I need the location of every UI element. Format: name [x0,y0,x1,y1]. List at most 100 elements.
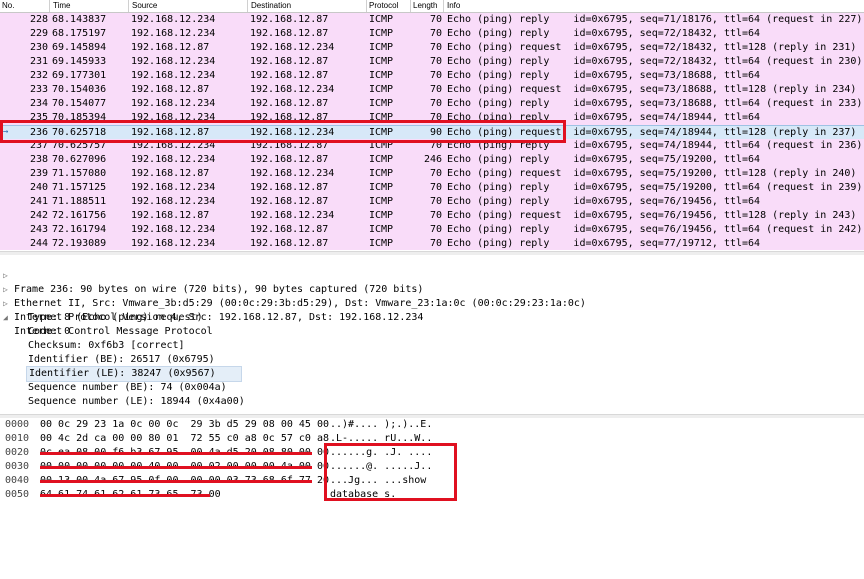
col-source-header[interactable]: Source [132,1,157,10]
tree-ip[interactable]: ▷ Internet Protocol Version 4, Src: 192.… [0,283,423,323]
hex-offset[interactable]: 0050 [5,488,29,502]
selected-packet-annotation-box [0,120,566,143]
packet-row[interactable]: 242 72.161756 192.168.12.87 192.168.12.234 I… [0,209,864,223]
packet-length: 70 [429,168,442,179]
packet-length: 70 [429,196,442,207]
packet-source: 192.168.12.234 [131,98,216,109]
packet-no: 244 [29,238,48,249]
icmp-field-type[interactable]: Type: 8 (Echo (ping) request) [28,311,203,325]
packet-no: 230 [29,42,48,53]
packet-no: 241 [29,196,48,207]
col-time-header[interactable]: Time [53,1,70,10]
icmp-field-identifier-le[interactable]: Identifier (LE): 38247 (0x9567) [26,366,242,382]
tree-frame-label: Frame 236: 90 bytes on wire (720 bits), … [14,284,424,295]
annotation-underline [40,480,312,483]
packet-destination: 192.168.12.87 [250,28,329,39]
packet-length: 70 [429,238,442,249]
tree-icmp[interactable]: ◢ Internet Control Message Protocol [0,297,213,337]
icmp-field-checksum[interactable]: Checksum: 0xf6b3 [correct] [28,339,185,353]
col-destination-header[interactable]: Destination [251,1,291,10]
hex-offset[interactable]: 0000 [5,418,29,432]
packet-protocol: ICMP [369,168,394,179]
packet-info: Echo (ping) reply id=0x6795, seq=76/1945… [447,224,863,235]
packet-protocol: ICMP [369,42,394,53]
packet-info: Echo (ping) reply id=0x6795, seq=76/1945… [447,196,761,207]
packet-time: 70.154036 [52,84,107,95]
packet-source: 192.168.12.234 [131,70,216,81]
packet-row[interactable]: 243 72.161794 192.168.12.234 192.168.12.87 I… [0,223,864,237]
packet-length: 70 [429,182,442,193]
col-protocol-header[interactable]: Protocol [369,1,398,10]
hex-offset[interactable]: 0010 [5,432,29,446]
packet-protocol: ICMP [369,210,394,221]
packet-row[interactable]: 239 71.157080 192.168.12.87 192.168.12.234 I… [0,167,864,181]
icmp-field-seq-le[interactable]: Sequence number (LE): 18944 (0x4a00) [28,395,245,409]
icmp-field-identifier-be[interactable]: Identifier (BE): 26517 (0x6795) [28,353,215,367]
packet-length: 70 [429,210,442,221]
packet-info: Echo (ping) request id=0x6795, seq=72/18… [447,42,857,53]
hex-bytes[interactable]: 00 4c 2d ca 00 00 80 01 72 55 c0 a8 0c 5… [40,432,329,446]
packet-info: Echo (ping) reply id=0x6795, seq=72/1843… [447,28,761,39]
icmp-field-seq-be[interactable]: Sequence number (BE): 74 (0x004a) [28,381,227,395]
col-length-header[interactable]: Length [413,1,437,10]
packet-protocol: ICMP [369,196,394,207]
packet-row[interactable]: 234 70.154077 192.168.12.234 192.168.12.87 I… [0,97,864,111]
packet-time: 69.145894 [52,42,107,53]
packet-info: Echo (ping) reply id=0x6795, seq=77/1971… [447,238,761,249]
packet-row[interactable]: 231 69.145933 192.168.12.234 192.168.12.87 I… [0,55,864,69]
hex-ascii[interactable]: ..)#.... );.)..E. [330,418,432,432]
packet-details-pane: ▷ Frame 236: 90 bytes on wire (720 bits)… [0,255,864,413]
packet-row[interactable]: 238 70.627096 192.168.12.234 192.168.12.87 I… [0,153,864,167]
packet-info: Echo (ping) reply id=0x6795, seq=73/1868… [447,70,761,81]
packet-row[interactable]: 233 70.154036 192.168.12.87 192.168.12.234 I… [0,83,864,97]
packet-time: 72.161756 [52,210,107,221]
packet-no: 232 [29,70,48,81]
packet-length: 70 [429,224,442,235]
tree-ethernet-label: Ethernet II, Src: Vmware_3b:d5:29 (00:0c… [14,298,586,309]
packet-info: Echo (ping) reply id=0x6795, seq=75/1920… [447,182,863,193]
hex-offset[interactable]: 0040 [5,474,29,488]
packet-time: 70.154077 [52,98,107,109]
packet-destination: 192.168.12.87 [250,98,329,109]
packet-length: 70 [429,28,442,39]
col-no-header[interactable]: No. [2,1,14,10]
packet-row[interactable]: 244 72.193089 192.168.12.234 192.168.12.87 I… [0,237,864,250]
packet-source: 192.168.12.234 [131,28,216,39]
packet-destination: 192.168.12.87 [250,196,329,207]
tree-frame[interactable]: ▷ Frame 236: 90 bytes on wire (720 bits)… [0,255,423,295]
annotation-underline [40,466,312,469]
packet-row[interactable]: 240 71.157125 192.168.12.234 192.168.12.87 I… [0,181,864,195]
hex-offset[interactable]: 0030 [5,460,29,474]
packet-protocol: ICMP [369,98,394,109]
collapse-arrow-icon[interactable]: ◢ [3,311,8,325]
packet-no: 231 [29,56,48,67]
packet-length: 246 [423,154,442,165]
packet-protocol: ICMP [369,14,394,25]
packet-destination: 192.168.12.234 [250,84,335,95]
packet-row[interactable]: 229 68.175197 192.168.12.234 192.168.12.87 I… [0,27,864,41]
hex-bytes[interactable]: 00 0c 29 23 1a 0c 00 0c 29 3b d5 29 08 0… [40,418,329,432]
packet-source: 192.168.12.234 [131,182,216,193]
packet-info: Echo (ping) request id=0x6795, seq=76/19… [447,210,857,221]
packet-info: Echo (ping) request id=0x6795, seq=73/18… [447,84,857,95]
packet-length: 70 [429,14,442,25]
packet-row[interactable]: 241 71.188511 192.168.12.234 192.168.12.87 I… [0,195,864,209]
icmp-field-code[interactable]: Code: 0 [28,325,70,339]
packet-time: 69.177301 [52,70,107,81]
col-info-header[interactable]: Info [447,1,460,10]
tree-ethernet[interactable]: ▷ Ethernet II, Src: Vmware_3b:d5:29 (00:… [0,269,586,309]
packet-no: 229 [29,28,48,39]
packet-destination: 192.168.12.234 [250,210,335,221]
packet-no: 243 [29,224,48,235]
packet-protocol: ICMP [369,224,394,235]
packet-destination: 192.168.12.87 [250,56,329,67]
packet-row[interactable]: 228 68.143837 192.168.12.234 192.168.12.87 I… [0,13,864,27]
packet-time: 68.143837 [52,14,107,25]
packet-protocol: ICMP [369,70,394,81]
packet-destination: 192.168.12.234 [250,42,335,53]
packet-row[interactable]: 230 69.145894 192.168.12.87 192.168.12.234 I… [0,41,864,55]
packet-row[interactable]: 232 69.177301 192.168.12.234 192.168.12.87 I… [0,69,864,83]
packet-time: 69.145933 [52,56,107,67]
packet-source: 192.168.12.87 [131,42,210,53]
hex-offset[interactable]: 0020 [5,446,29,460]
